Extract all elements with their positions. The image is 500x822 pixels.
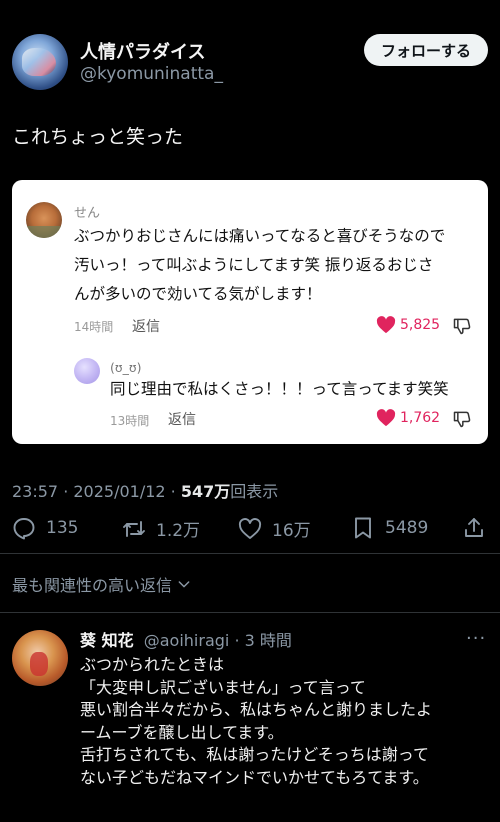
- like-button[interactable]: 16万: [238, 516, 311, 541]
- divider: [0, 553, 500, 554]
- nested-reply-reply-label: 返信: [168, 412, 196, 428]
- reply-sort-dropdown[interactable]: 最も関連性の高い返信: [12, 572, 192, 596]
- embedded-image-card[interactable]: せん ぶつかりおじさんには痛いってなると喜びそうなので 汚いっ！って叫ぶようにし…: [12, 180, 488, 444]
- bookmark-count: 5489: [385, 518, 429, 538]
- reply-line: ぶつかられたときは: [80, 655, 225, 674]
- reply-count: 135: [46, 518, 79, 538]
- like-count: 16万: [272, 521, 311, 541]
- comment-author-name: せん: [74, 206, 101, 221]
- reply-line: 舌打ちされても、私は謝ったけどそっちは謝って: [80, 745, 429, 765]
- tweet-datetime[interactable]: 23:57 · 2025/01/12 ·: [12, 482, 181, 501]
- retweet-icon: [123, 520, 145, 537]
- chevron-down-icon: [178, 581, 190, 588]
- reply-line: 「大変申し訳ございません」って言って: [80, 677, 366, 697]
- author-handle[interactable]: @kyomuninatta_: [80, 64, 223, 84]
- comment-avatar: [26, 202, 62, 238]
- reply-icon: [13, 518, 35, 540]
- engagement-bar: 135 1.2万 16万 5489: [12, 516, 488, 548]
- reply-button[interactable]: 135: [12, 516, 78, 540]
- reply-sort-label: 最も関連性の高い返信: [12, 576, 173, 595]
- author-display-name[interactable]: 人情パラダイス: [80, 38, 205, 64]
- view-count: 547万: [180, 482, 231, 501]
- more-options-icon[interactable]: ···: [466, 628, 486, 649]
- share-icon: [465, 518, 483, 537]
- nested-reply-author-name: (ʊ_ʊ): [110, 360, 142, 375]
- comment-reply-label: 返信: [132, 319, 160, 335]
- reply-line: ームーブを醸し出してます。: [80, 722, 284, 742]
- reply-author-avatar[interactable]: [12, 630, 68, 686]
- comment-line: んが多いので効いてる気がします！: [74, 285, 322, 303]
- thumbs-down-icon: [453, 411, 471, 428]
- thumbs-down-icon: [453, 318, 471, 335]
- author-avatar[interactable]: [12, 34, 68, 90]
- heart-filled-icon: [376, 409, 396, 427]
- reply-line: 悪い割合半々だから、私はちゃんと謝りましたよ: [80, 700, 433, 720]
- reply-header: 葵 知花 @aoihiragi · 3 時間: [80, 627, 292, 651]
- retweet-button[interactable]: 1.2万: [122, 516, 200, 541]
- nested-reply-body: 同じ理由で私はくさっ！！！って言ってます笑笑: [110, 380, 449, 398]
- follow-button[interactable]: フォローする: [364, 34, 488, 66]
- reply-line: ない子どもだねマインドでいかせてもろてます。: [80, 767, 429, 787]
- retweet-count: 1.2万: [156, 521, 201, 541]
- comment-body: ぶつかりおじさんには痛いってなると喜びそうなので 汚いっ！って叫ぶようにしてます…: [74, 222, 476, 309]
- comment-like-count: 5,825: [376, 316, 440, 334]
- comment-time: 14時間: [74, 320, 114, 334]
- reply-author-handle[interactable]: @aoihiragi: [144, 631, 230, 650]
- heart-filled-icon: [376, 316, 396, 334]
- tweet-timestamp: 23:57 · 2025/01/12 · 547万回表示: [12, 478, 278, 502]
- nested-reply-time: 13時間: [110, 414, 150, 428]
- bookmark-icon: [355, 517, 371, 539]
- reply-body: ぶつかられたときは 「大変申し訳ございません」って言って 悪い割合半々だから、私…: [80, 654, 490, 790]
- comment-line: ぶつかりおじさんには痛いってなると喜びそうなので: [74, 227, 446, 245]
- reply-author-name[interactable]: 葵 知花: [80, 631, 134, 650]
- divider: [0, 612, 500, 613]
- comment-line: 汚いっ！って叫ぶようにしてます笑 振り返るおじさ: [74, 256, 434, 274]
- view-count-suffix: 回表示: [230, 482, 279, 501]
- nested-reply-avatar: [74, 358, 100, 384]
- nested-reply-like-count: 1,762: [376, 409, 440, 427]
- bookmark-button[interactable]: 5489: [351, 516, 428, 540]
- author-row: 人情パラダイス @kyomuninatta_ フォローする: [12, 34, 488, 94]
- reply-time: · 3 時間: [234, 631, 292, 650]
- share-button[interactable]: [462, 516, 486, 540]
- tweet-text: これちょっと笑った: [12, 126, 184, 148]
- nested-reply-like-number: 1,762: [400, 410, 441, 426]
- heart-outline-icon: [238, 517, 262, 539]
- comment-like-number: 5,825: [400, 317, 441, 333]
